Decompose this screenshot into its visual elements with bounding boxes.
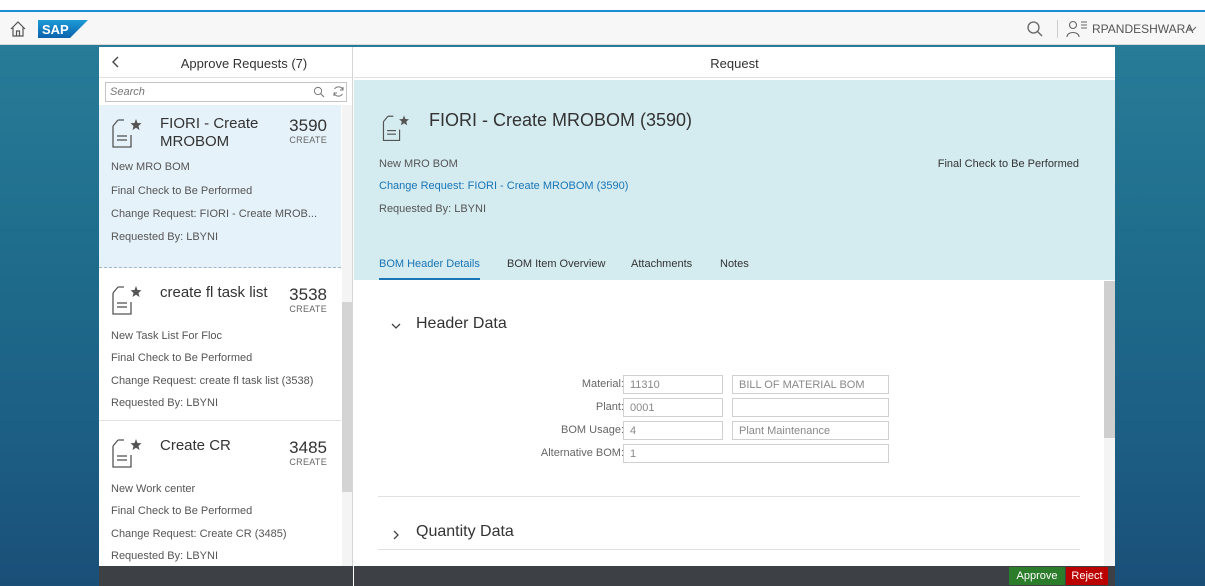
item-title-line2: MROBOM bbox=[160, 133, 230, 150]
field-label-alternative-bom: Alternative BOM: bbox=[540, 447, 624, 459]
object-status: Final Check to Be Performed bbox=[937, 158, 1079, 170]
chevron-right-icon[interactable] bbox=[390, 529, 402, 541]
approve-button[interactable]: Approve bbox=[1009, 567, 1065, 585]
item-attribute: Final Check to Be Performed bbox=[111, 352, 253, 364]
detail-title: Request bbox=[710, 56, 759, 71]
item-attribute: Final Check to Be Performed bbox=[111, 185, 253, 197]
object-title: FIORI - Create MROBOM (3590) bbox=[429, 110, 693, 130]
sap-logo: SAP bbox=[38, 20, 88, 38]
top-accent-bar bbox=[0, 0, 1205, 12]
search-icon[interactable] bbox=[1026, 20, 1044, 38]
user-icon[interactable] bbox=[1066, 20, 1088, 38]
object-attribute: New MRO BOM bbox=[379, 158, 458, 170]
detail-header: Request bbox=[354, 47, 1115, 78]
item-status: CREATE bbox=[289, 304, 327, 314]
master-title: Approve Requests (7) bbox=[180, 56, 308, 71]
field-plant-desc[interactable] bbox=[732, 398, 889, 417]
list-item[interactable]: create fl task list 3538 CREATE New Task… bbox=[99, 268, 341, 421]
item-attribute: Final Check to Be Performed bbox=[111, 505, 253, 517]
item-attribute: New Work center bbox=[111, 483, 196, 495]
tab-bom-header-details[interactable]: BOM Header Details bbox=[379, 258, 480, 280]
field-alternative-bom[interactable]: 1 bbox=[623, 444, 889, 463]
document-star-icon bbox=[382, 115, 409, 142]
chevron-down-icon[interactable] bbox=[390, 320, 402, 332]
section-title-quantity-data[interactable]: Quantity Data bbox=[416, 523, 514, 541]
item-number: 3590 bbox=[289, 116, 327, 135]
item-attribute: Change Request: create fl task list (353… bbox=[111, 375, 314, 387]
item-number: 3538 bbox=[289, 285, 327, 304]
field-label-material: Material: bbox=[581, 378, 624, 390]
item-status: CREATE bbox=[289, 457, 327, 467]
request-list: FIORI - Create MROBOM 3590 CREATE New MR… bbox=[99, 105, 341, 583]
field-material-desc[interactable]: BILL OF MATERIAL BOM bbox=[732, 375, 889, 394]
document-star-icon bbox=[112, 439, 142, 468]
chevron-down-icon[interactable] bbox=[1187, 26, 1197, 33]
search-field[interactable] bbox=[105, 82, 347, 102]
document-star-icon bbox=[112, 119, 142, 148]
change-request-link[interactable]: Change Request: FIORI - Create MROBOM (3… bbox=[379, 180, 628, 192]
field-bom-usage[interactable]: 4 bbox=[623, 421, 723, 440]
tab-attachments[interactable]: Attachments bbox=[631, 258, 692, 278]
item-attribute: Requested By: LBYNI bbox=[111, 397, 219, 409]
shell-divider bbox=[1057, 20, 1058, 38]
item-attribute: Change Request: Create CR (3485) bbox=[111, 528, 287, 540]
section-divider bbox=[378, 496, 1080, 497]
master-pane: Approve Requests (7) Search FIORI - Crea… bbox=[99, 47, 353, 586]
back-icon[interactable] bbox=[109, 55, 123, 69]
field-bom-usage-desc[interactable]: Plant Maintenance bbox=[732, 421, 889, 440]
search-input[interactable] bbox=[110, 85, 300, 99]
item-title: FIORI - Create bbox=[160, 115, 259, 132]
item-attribute: Requested By: LBYNI bbox=[111, 231, 219, 243]
home-icon[interactable] bbox=[8, 19, 28, 39]
requested-by: Requested By: LBYNI bbox=[379, 203, 487, 215]
search-icon[interactable] bbox=[313, 86, 325, 98]
reject-button[interactable]: Reject bbox=[1066, 567, 1108, 585]
field-label-bom-usage: BOM Usage: bbox=[561, 424, 624, 436]
master-footer bbox=[99, 566, 353, 586]
detail-scrollbar-thumb[interactable] bbox=[1104, 281, 1115, 438]
sap-logo-text: SAP bbox=[42, 22, 69, 37]
detail-footer: Approve Reject bbox=[354, 566, 1115, 586]
list-item[interactable]: FIORI - Create MROBOM 3590 CREATE New MR… bbox=[99, 105, 341, 268]
item-attribute: Change Request: FIORI - Create MROB... bbox=[111, 208, 318, 220]
tab-content: Header Data Material: 11310 BILL OF MATE… bbox=[354, 281, 1104, 566]
item-attribute: New Task List For Floc bbox=[111, 330, 223, 342]
master-header: Approve Requests (7) bbox=[99, 47, 352, 78]
item-status: CREATE bbox=[289, 135, 327, 145]
user-name[interactable]: RPANDESHWARA bbox=[1092, 22, 1193, 36]
section-divider bbox=[378, 549, 1080, 550]
app-container: Approve Requests (7) Search FIORI - Crea… bbox=[99, 47, 1115, 586]
tab-bom-item-overview[interactable]: BOM Item Overview bbox=[507, 258, 605, 278]
detail-pane: Request FIORI - Create MROBOM (3590) New… bbox=[354, 47, 1115, 586]
item-title: create fl task list bbox=[160, 284, 268, 301]
item-attribute: New MRO BOM bbox=[111, 161, 190, 173]
item-number: 3485 bbox=[289, 438, 327, 457]
list-item[interactable]: Create CR 3485 CREATE New Work center Fi… bbox=[99, 421, 341, 583]
document-star-icon bbox=[112, 286, 142, 315]
item-attribute: Requested By: LBYNI bbox=[111, 550, 219, 562]
list-scrollbar-thumb[interactable] bbox=[342, 302, 352, 492]
field-label-plant: Plant: bbox=[595, 401, 624, 413]
section-title-header-data[interactable]: Header Data bbox=[416, 315, 507, 333]
tab-notes[interactable]: Notes bbox=[720, 258, 749, 278]
object-header: FIORI - Create MROBOM (3590) New MRO BOM… bbox=[354, 80, 1115, 280]
shell-bar: SAP RPANDESHWARA bbox=[0, 12, 1205, 45]
field-plant[interactable]: 0001 bbox=[623, 398, 723, 417]
field-material[interactable]: 11310 bbox=[623, 375, 723, 394]
refresh-icon[interactable] bbox=[332, 85, 345, 98]
item-title: Create CR bbox=[160, 437, 231, 454]
